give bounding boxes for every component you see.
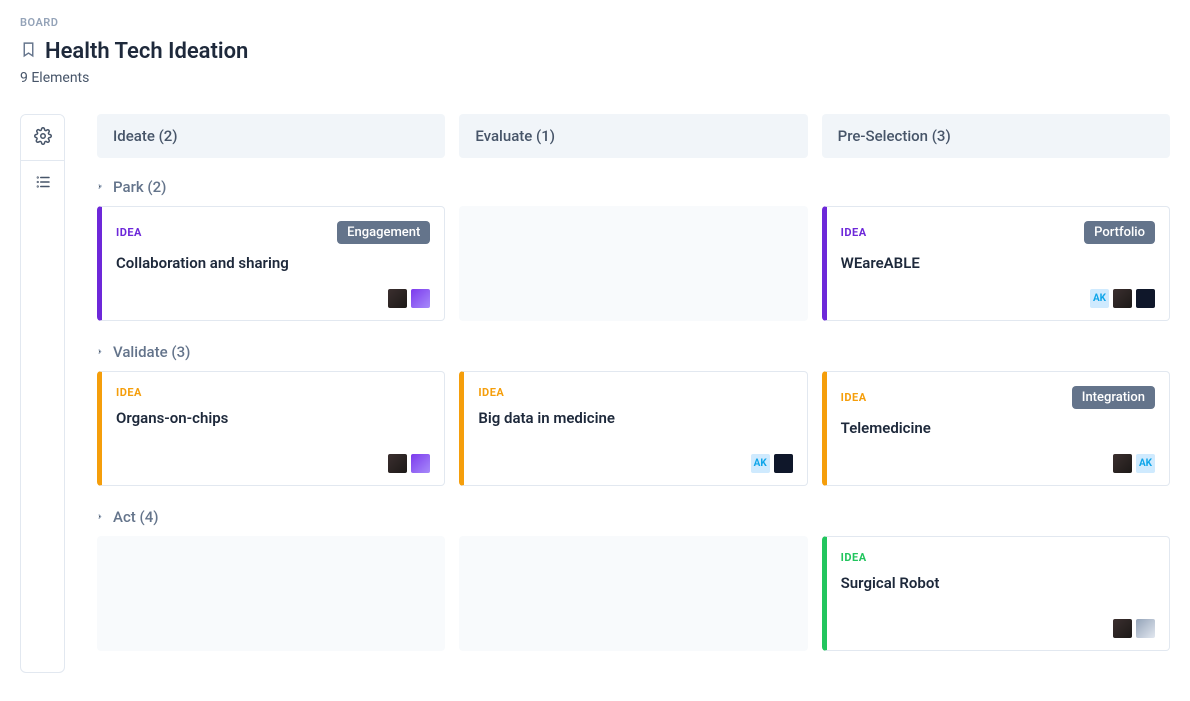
card-avatars: AK <box>841 289 1155 308</box>
card-surgical-robot[interactable]: IDEA Surgical Robot <box>822 536 1170 651</box>
card-title: Organs-on-chips <box>116 409 430 446</box>
card-avatars <box>841 619 1155 638</box>
card-organs[interactable]: IDEA Organs-on-chips <box>97 371 445 486</box>
card-avatars <box>116 454 430 473</box>
card-avatars: AK <box>841 454 1155 473</box>
lane-toggle-validate[interactable]: Validate (3) <box>97 343 1170 361</box>
chevron-icon <box>97 178 107 196</box>
lane-toggle-act[interactable]: Act (4) <box>97 508 1170 526</box>
card-collaboration[interactable]: IDEA Engagement Collaboration and sharin… <box>97 206 445 321</box>
card-avatars: AK <box>478 454 792 473</box>
side-toolbar <box>20 114 65 673</box>
card-weareable[interactable]: IDEA Portfolio WEareABLE AK <box>822 206 1170 321</box>
avatar[interactable] <box>388 454 407 473</box>
card-title: Telemedicine <box>841 419 1155 446</box>
avatar[interactable] <box>1113 454 1132 473</box>
avatar[interactable] <box>1113 619 1132 638</box>
avatar[interactable] <box>411 454 430 473</box>
board-grid: Ideate (2) Evaluate (1) Pre-Selection (3… <box>97 114 1170 673</box>
chevron-icon <box>97 343 107 361</box>
avatar[interactable]: AK <box>1136 454 1155 473</box>
card-tag: Engagement <box>337 221 430 244</box>
card-type-label: IDEA <box>841 551 867 564</box>
bookmark-icon <box>20 41 37 62</box>
card-avatars <box>116 289 430 308</box>
column-header-preselection[interactable]: Pre-Selection (3) <box>822 114 1170 158</box>
list-view-button[interactable] <box>21 160 64 206</box>
card-tag: Integration <box>1072 386 1155 409</box>
card-tag: Portfolio <box>1084 221 1155 244</box>
settings-button[interactable] <box>21 115 64 160</box>
chevron-icon <box>97 508 107 526</box>
avatar[interactable]: AK <box>1090 289 1109 308</box>
column-header-evaluate[interactable]: Evaluate (1) <box>459 114 807 158</box>
card-type-label: IDEA <box>841 391 867 404</box>
card-title: WEareABLE <box>841 254 1155 281</box>
card-title: Surgical Robot <box>841 574 1155 611</box>
card-bigdata[interactable]: IDEA Big data in medicine AK <box>459 371 807 486</box>
card-telemedicine[interactable]: IDEA Integration Telemedicine AK <box>822 371 1170 486</box>
lane-label-text: Validate (3) <box>113 343 190 361</box>
card-title: Collaboration and sharing <box>116 254 430 281</box>
list-icon <box>34 179 52 194</box>
empty-cell[interactable] <box>459 206 807 321</box>
card-type-label: IDEA <box>478 386 504 399</box>
card-type-label: IDEA <box>841 226 867 239</box>
card-type-label: IDEA <box>116 386 142 399</box>
lane-toggle-park[interactable]: Park (2) <box>97 178 1170 196</box>
lane-label-text: Act (4) <box>113 508 158 526</box>
breadcrumb: BOARD <box>20 16 1170 29</box>
empty-cell[interactable] <box>459 536 807 651</box>
avatar[interactable] <box>1136 619 1155 638</box>
element-count: 9 Elements <box>20 70 1170 86</box>
lane-label-text: Park (2) <box>113 178 166 196</box>
card-type-label: IDEA <box>116 226 142 239</box>
empty-cell[interactable] <box>97 536 445 651</box>
avatar[interactable] <box>388 289 407 308</box>
column-header-ideate[interactable]: Ideate (2) <box>97 114 445 158</box>
gear-icon <box>34 133 52 148</box>
avatar[interactable]: AK <box>751 454 770 473</box>
avatar[interactable] <box>774 454 793 473</box>
page-title: Health Tech Ideation <box>45 39 248 64</box>
card-title: Big data in medicine <box>478 409 792 446</box>
avatar[interactable] <box>1113 289 1132 308</box>
avatar[interactable] <box>411 289 430 308</box>
avatar[interactable] <box>1136 289 1155 308</box>
